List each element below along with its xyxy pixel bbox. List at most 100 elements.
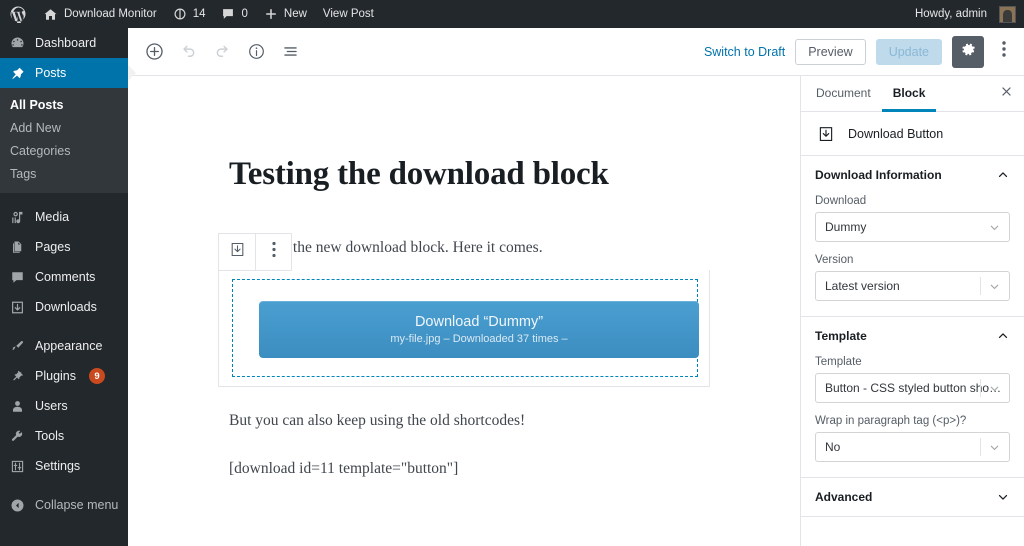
pin-icon (9, 66, 26, 81)
sidebar-item-plugins[interactable]: Plugins 9 (0, 361, 128, 391)
comments-button[interactable]: 0 (213, 0, 255, 28)
sidebar-item-label: Appearance (35, 339, 103, 353)
sidebar-item-label: Pages (35, 240, 71, 254)
home-icon (43, 7, 58, 22)
sidebar-item-label: Comments (35, 270, 96, 284)
field-version: Version Latest version (815, 254, 1010, 301)
howdy-label: Howdy, admin (914, 8, 987, 20)
preview-button[interactable]: Preview (795, 38, 866, 65)
updates-count: 14 (192, 8, 206, 20)
content-info-button[interactable] (240, 36, 272, 68)
editor-header-left-tools (128, 36, 306, 68)
collapse-menu-button[interactable]: Collapse menu (0, 490, 128, 520)
download-button-preview[interactable]: Download “Dummy” my-file.jpg – Downloade… (259, 301, 699, 358)
download-block-icon (229, 241, 246, 263)
sidebar-item-users[interactable]: Users (0, 391, 128, 421)
panel-title: Advanced (815, 490, 873, 504)
sidebar-item-dashboard[interactable]: Dashboard (0, 28, 128, 58)
panel-download-information: Download Information Download Dummy Vers… (801, 156, 1024, 317)
tab-document[interactable]: Document (805, 76, 882, 112)
download-select[interactable]: Dummy (815, 212, 1010, 242)
new-content-button[interactable]: New (256, 0, 315, 28)
updates-icon (173, 7, 187, 21)
sidebar-separator-3 (0, 481, 128, 490)
paragraph-block-3[interactable]: [download id=11 template="button"] (229, 457, 759, 480)
sidebar-subitem-all-posts[interactable]: All Posts (0, 94, 128, 117)
my-account-button[interactable]: Howdy, admin (907, 0, 1024, 28)
updates-button[interactable]: 14 (165, 0, 214, 28)
block-navigation-button[interactable] (274, 36, 306, 68)
version-select[interactable]: Latest version (815, 271, 1010, 301)
block-editor: Switch to Draft Preview Update Testing t… (128, 28, 1024, 546)
site-name-button[interactable]: Download Monitor (35, 0, 165, 28)
block-card: Download Button (801, 112, 1024, 156)
site-name-label: Download Monitor (64, 8, 157, 20)
sidebar-item-comments[interactable]: Comments (0, 262, 128, 292)
chevron-down-icon (996, 490, 1010, 504)
version-select-value: Latest version (825, 279, 900, 293)
add-block-button[interactable] (138, 36, 170, 68)
inspector-tab-bar: Document Block (801, 76, 1024, 112)
brush-icon (9, 339, 26, 354)
field-download-label: Download (815, 195, 867, 207)
collapse-menu-label: Collapse menu (35, 498, 119, 512)
sidebar-subitem-categories[interactable]: Categories (0, 140, 128, 163)
sidebar-subitem-tags[interactable]: Tags (0, 163, 128, 186)
tab-block[interactable]: Block (882, 76, 937, 112)
close-sidebar-button[interactable] (992, 80, 1020, 108)
gear-icon (960, 41, 977, 63)
download-box-icon (9, 300, 26, 315)
download-select-value: Dummy (825, 220, 867, 234)
field-template-label: Template (815, 356, 862, 368)
panel-advanced-header[interactable]: Advanced (815, 478, 1010, 516)
template-select[interactable]: Button - CSS styled button sho… (815, 373, 1010, 403)
vertical-dots-icon (271, 241, 276, 263)
sidebar-item-downloads[interactable]: Downloads (0, 292, 128, 322)
comments-count: 0 (241, 8, 248, 20)
switch-to-draft-button[interactable]: Switch to Draft (704, 45, 785, 59)
paragraph-block-2[interactable]: But you can also keep using the old shor… (229, 409, 759, 432)
more-tools-button[interactable] (994, 36, 1014, 68)
plugins-update-badge: 9 (89, 368, 105, 384)
panel-advanced: Advanced (801, 478, 1024, 517)
plus-icon (264, 7, 278, 21)
panel-template-header[interactable]: Template (815, 317, 1010, 355)
sidebar-subitem-add-new[interactable]: Add New (0, 117, 128, 140)
comments-icon (9, 270, 26, 285)
sidebar-item-settings[interactable]: Settings (0, 451, 128, 481)
block-options-button[interactable] (255, 234, 291, 270)
editor-canvas[interactable]: Testing the download block st, I'll test… (128, 76, 800, 546)
chevron-down-icon (980, 433, 1001, 461)
download-button-sub-label: my-file.jpg – Downloaded 37 times – (390, 333, 568, 345)
sidebar-item-tools[interactable]: Tools (0, 421, 128, 451)
wordpress-logo-icon (9, 5, 27, 23)
sidebar-item-media[interactable]: Media (0, 202, 128, 232)
post-title[interactable]: Testing the download block (229, 156, 749, 193)
wrap-paragraph-select[interactable]: No (815, 432, 1010, 462)
sidebar-item-label: Plugins (35, 369, 76, 383)
update-button[interactable]: Update (875, 38, 942, 65)
comment-bubble-icon (221, 7, 235, 21)
sidebar-item-appearance[interactable]: Appearance (0, 331, 128, 361)
redo-button[interactable] (206, 36, 238, 68)
block-selection-outline: Download “Dummy” my-file.jpg – Downloade… (232, 279, 699, 377)
pages-icon (9, 240, 26, 255)
undo-button[interactable] (172, 36, 204, 68)
field-wrap-paragraph: Wrap in paragraph tag (<p>)? No (815, 415, 1010, 462)
chevron-down-icon (980, 272, 1001, 300)
settings-toggle-button[interactable] (952, 35, 984, 68)
sidebar-submenu-posts: All Posts Add New Categories Tags (0, 88, 128, 193)
paragraph-block-1[interactable]: st, I'll test the new download block. He… (229, 236, 759, 259)
sidebar-item-posts[interactable]: Posts (0, 58, 128, 88)
sidebar-item-pages[interactable]: Pages (0, 232, 128, 262)
sidebar-separator (0, 193, 128, 202)
block-type-download-button[interactable] (219, 234, 255, 270)
panel-download-information-header[interactable]: Download Information (815, 156, 1010, 194)
view-post-button[interactable]: View Post (315, 0, 382, 28)
wordpress-logo-button[interactable] (0, 0, 35, 28)
info-circle-icon (247, 42, 266, 61)
view-post-label: View Post (322, 8, 374, 20)
chevron-up-icon (996, 168, 1010, 182)
panel-title: Download Information (815, 168, 942, 182)
download-button-block[interactable]: Download “Dummy” my-file.jpg – Downloade… (218, 270, 710, 387)
